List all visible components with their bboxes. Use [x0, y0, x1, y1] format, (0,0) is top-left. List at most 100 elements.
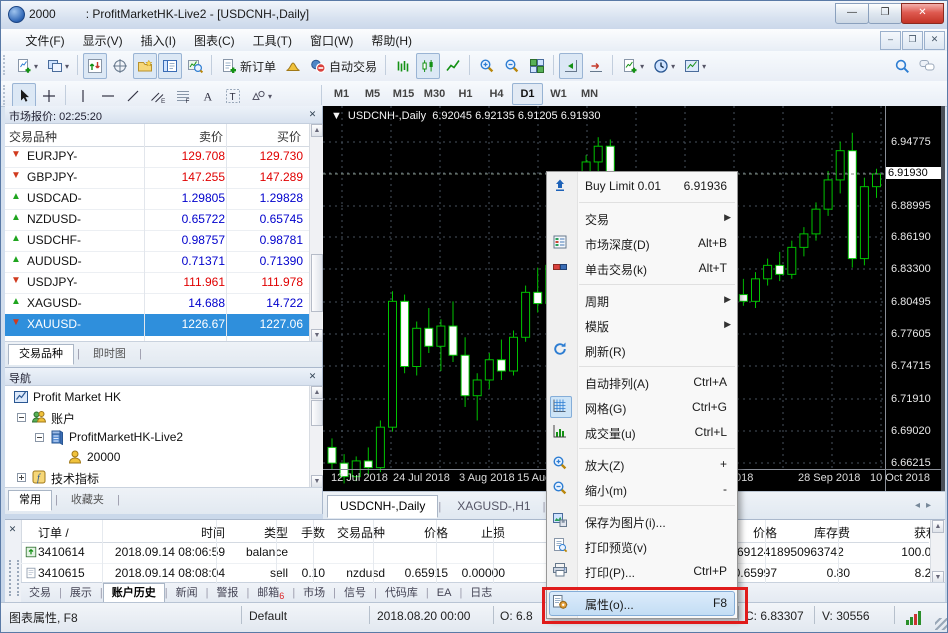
market-watch-row-XAGUSD[interactable]: ▲XAGUSD-14.68814.722	[5, 293, 309, 315]
resize-grip[interactable]	[935, 618, 947, 630]
terminal-drag-handle[interactable]	[9, 560, 19, 596]
context-menu-item-3[interactable]: 市场深度(D)Alt+B	[547, 231, 737, 256]
templates-button[interactable]: ▾	[680, 53, 710, 79]
bar-chart-button[interactable]	[391, 53, 415, 79]
terminal-tab-7[interactable]: 信号	[336, 585, 374, 601]
context-menu-item-0[interactable]: Buy Limit 0.016.91936	[547, 174, 737, 199]
context-menu-item-2[interactable]: 交易▶	[547, 206, 737, 231]
timeframe-h1-button[interactable]: H1	[450, 83, 481, 105]
data-window-button[interactable]	[108, 53, 132, 79]
terminal-button[interactable]	[158, 53, 182, 79]
navigator-button[interactable]	[133, 53, 157, 79]
market-watch-row-NZDUSD[interactable]: ▲NZDUSD-0.657220.65745	[5, 209, 309, 231]
market-watch-row-USDCHF[interactable]: ▲USDCHF-0.987570.98781	[5, 230, 309, 252]
tree-expander-icon[interactable]	[17, 413, 26, 422]
context-menu-item-17[interactable]: 保存为图片(i)...	[547, 509, 737, 534]
market-watch-row-AUDUSD[interactable]: ▲AUDUSD-0.713710.71390	[5, 251, 309, 273]
terminal-scrollbar[interactable]: ▲ ▼	[930, 520, 945, 584]
market-watch-close-icon[interactable]: ✕	[306, 108, 319, 121]
close-button[interactable]: ✕	[901, 3, 944, 24]
timeframe-d1-button[interactable]: D1	[512, 83, 543, 105]
autotrading-button[interactable]: 自动交易	[306, 53, 381, 79]
terminal-tab-3[interactable]: 新闻	[168, 585, 206, 601]
market-watch-row-EURJPY[interactable]: ▼EURJPY-129.708129.730	[5, 146, 309, 168]
status-profile[interactable]: Default	[249, 609, 287, 623]
tile-windows-button[interactable]	[525, 53, 549, 79]
chart-tab-1[interactable]: XAGUSD-,H1	[445, 496, 542, 517]
navigator-tab-0[interactable]: 常用	[8, 490, 52, 511]
timeframe-m15-button[interactable]: M15	[388, 83, 419, 105]
context-menu-item-19[interactable]: 打印(P)...Ctrl+P	[547, 559, 737, 584]
timeframe-m5-button[interactable]: M5	[357, 83, 388, 105]
market-watch-button[interactable]	[83, 53, 107, 79]
search-button[interactable]	[890, 53, 914, 79]
tree-expander-icon[interactable]	[35, 433, 44, 442]
terminal-close-icon[interactable]: ✕	[6, 523, 19, 536]
terminal-tab-10[interactable]: 日志	[462, 585, 500, 601]
market-watch-row-XAUUSD[interactable]: ▼XAUUSD-1226.671227.06	[5, 314, 309, 336]
context-menu-item-6[interactable]: 周期▶	[547, 288, 737, 313]
new-order-button[interactable]: 新订单	[217, 53, 280, 79]
context-menu-item-14[interactable]: 放大(Z)+	[547, 452, 737, 477]
mdi-restore-button[interactable]: ❐	[902, 31, 923, 50]
menu-item-3[interactable]: 图表(C)	[185, 29, 244, 52]
context-menu-item-8[interactable]: 刷新(R)	[547, 338, 737, 363]
market-watch-scrollbar[interactable]: ▲ ▼	[309, 124, 324, 342]
indicators-button[interactable]: ▾	[618, 53, 648, 79]
timeframe-h4-button[interactable]: H4	[481, 83, 512, 105]
timeframe-w1-button[interactable]: W1	[543, 83, 574, 105]
timeframe-m30-button[interactable]: M30	[419, 83, 450, 105]
chart-tab-scroll-icons[interactable]: ◂▸	[915, 500, 937, 511]
new-chart-button[interactable]: ▾	[12, 53, 42, 79]
market-watch-header[interactable]: 交易品种卖价买价	[5, 124, 309, 147]
candlestick-button[interactable]	[416, 53, 440, 79]
menu-item-1[interactable]: 显示(V)	[74, 29, 132, 52]
restore-button[interactable]: ❐	[868, 3, 902, 24]
minimize-button[interactable]: —	[835, 3, 869, 24]
profiles-button[interactable]: ▾	[43, 53, 73, 79]
terminal-tab-0[interactable]: 交易	[21, 585, 59, 601]
terminal-tab-8[interactable]: 代码库	[377, 585, 426, 601]
periods-button[interactable]: ▾	[649, 53, 679, 79]
terminal-tab-2[interactable]: 账户历史	[103, 583, 165, 603]
timeframe-mn-button[interactable]: MN	[574, 83, 605, 105]
menu-item-6[interactable]: 帮助(H)	[362, 29, 421, 52]
menu-item-2[interactable]: 插入(I)	[132, 29, 185, 52]
timeframe-m1-button[interactable]: M1	[326, 83, 357, 105]
context-menu-item-12[interactable]: 成交量(u)Ctrl+L	[547, 420, 737, 445]
terminal-tab-4[interactable]: 警报	[208, 585, 246, 601]
context-menu-item-7[interactable]: 模版▶	[547, 313, 737, 338]
context-menu-item-18[interactable]: 打印预览(v)	[547, 534, 737, 559]
line-chart-button[interactable]	[441, 53, 465, 79]
order-row-3410614[interactable]: 34106142018.09.14 08:06:59balance100.006…	[21, 542, 945, 564]
terminal-tab-5[interactable]: 邮箱6	[249, 585, 292, 601]
zoom-in-button[interactable]	[475, 53, 499, 79]
zoom-out-button[interactable]	[500, 53, 524, 79]
auto-scroll-button[interactable]	[584, 53, 608, 79]
terminal-tab-1[interactable]: 展示	[62, 585, 100, 601]
strategy-tester-button[interactable]	[183, 53, 207, 79]
context-menu-item-11[interactable]: 网格(G)Ctrl+G	[547, 395, 737, 420]
navigator-scrollbar[interactable]: ▲ ▼	[309, 386, 324, 488]
orders-column-9[interactable]: 获利	[21, 524, 938, 541]
mdi-close-button[interactable]: ✕	[924, 31, 945, 50]
market-watch-tab-0[interactable]: 交易品种	[8, 344, 74, 365]
market-watch-tab-1[interactable]: 即时图	[83, 345, 136, 364]
context-menu-item-10[interactable]: 自动排列(A)Ctrl+A	[547, 370, 737, 395]
menu-item-5[interactable]: 窗口(W)	[301, 29, 362, 52]
shift-chart-button[interactable]	[559, 53, 583, 79]
menu-item-0[interactable]: 文件(F)	[16, 29, 73, 52]
tree-expander-icon[interactable]	[17, 473, 26, 482]
market-watch-row-USDJPY[interactable]: ▼USDJPY-111.961111.978	[5, 272, 309, 294]
terminal-tab-6[interactable]: 市场	[295, 585, 333, 601]
menu-item-4[interactable]: 工具(T)	[244, 29, 301, 52]
navigator-tab-1[interactable]: 收藏夹	[61, 491, 114, 510]
chart-scrollbar[interactable]	[941, 106, 945, 491]
market-watch-column-2[interactable]: 买价	[5, 128, 301, 145]
expert-advisors-button[interactable]	[281, 53, 305, 79]
chat-button[interactable]	[915, 53, 939, 79]
market-watch-row-USDCAD[interactable]: ▲USDCAD-1.298051.29828	[5, 188, 309, 210]
navigator-close-icon[interactable]: ✕	[306, 370, 319, 383]
context-menu-item-4[interactable]: 单击交易(k)Alt+T	[547, 256, 737, 281]
chart-tab-0[interactable]: USDCNH-,Daily	[327, 495, 438, 518]
